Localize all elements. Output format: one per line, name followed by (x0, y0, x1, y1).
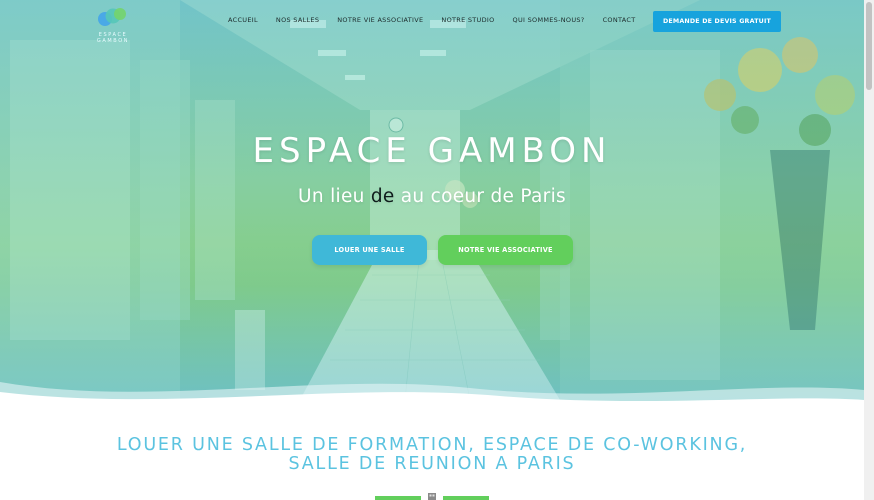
nav-item-vie-associative[interactable]: NOTRE VIE ASSOCIATIVE (337, 16, 423, 24)
logo-wordmark: ESPACE GAMBON (93, 32, 133, 44)
section-heading-line1: LOUER UNE SALLE DE FORMATION, ESPACE DE … (116, 435, 748, 455)
nav-item-qui-sommes-nous[interactable]: QUI SOMMES-NOUS? (513, 16, 585, 24)
building-icon (428, 493, 436, 500)
hero-subtitle-part2: au coeur de Paris (400, 186, 566, 207)
section-heading: LOUER UNE SALLE DE FORMATION, ESPACE DE … (0, 436, 864, 474)
associative-life-button[interactable]: NOTRE VIE ASSOCIATIVE (438, 235, 573, 265)
top-navigation: ESPACE GAMBON ACCUEIL NOS SALLES NOTRE V… (0, 0, 864, 44)
quote-request-button[interactable]: DEMANDE DE DEVIS GRATUIT (653, 11, 781, 32)
nav-item-accueil[interactable]: ACCUEIL (228, 16, 258, 24)
logo-text-line2: GAMBON (96, 38, 130, 44)
nav-item-contact[interactable]: CONTACT (603, 16, 636, 24)
divider-bar-left (375, 496, 421, 500)
site-logo[interactable]: ESPACE GAMBON (93, 7, 133, 47)
nav-item-studio[interactable]: NOTRE STUDIO (441, 16, 494, 24)
divider-bar-right (443, 496, 489, 500)
hero-wave-divider (0, 382, 864, 410)
main-menu: ACCUEIL NOS SALLES NOTRE VIE ASSOCIATIVE… (228, 16, 654, 24)
hero-subtitle-part1: Un lieu (298, 186, 365, 207)
hero-subtitle-highlight: de (370, 186, 395, 207)
rent-room-button[interactable]: LOUER UNE SALLE (312, 235, 427, 265)
nav-item-nos-salles[interactable]: NOS SALLES (276, 16, 319, 24)
section-heading-line2: SALLE DE REUNION A PARIS (288, 454, 576, 474)
scrollbar-thumb[interactable] (866, 2, 872, 90)
hero-subtitle: Un lieu de au coeur de Paris (0, 186, 864, 207)
hero-title: ESPACE GAMBON (252, 131, 612, 171)
espace-gambon-logo-icon (98, 8, 126, 26)
